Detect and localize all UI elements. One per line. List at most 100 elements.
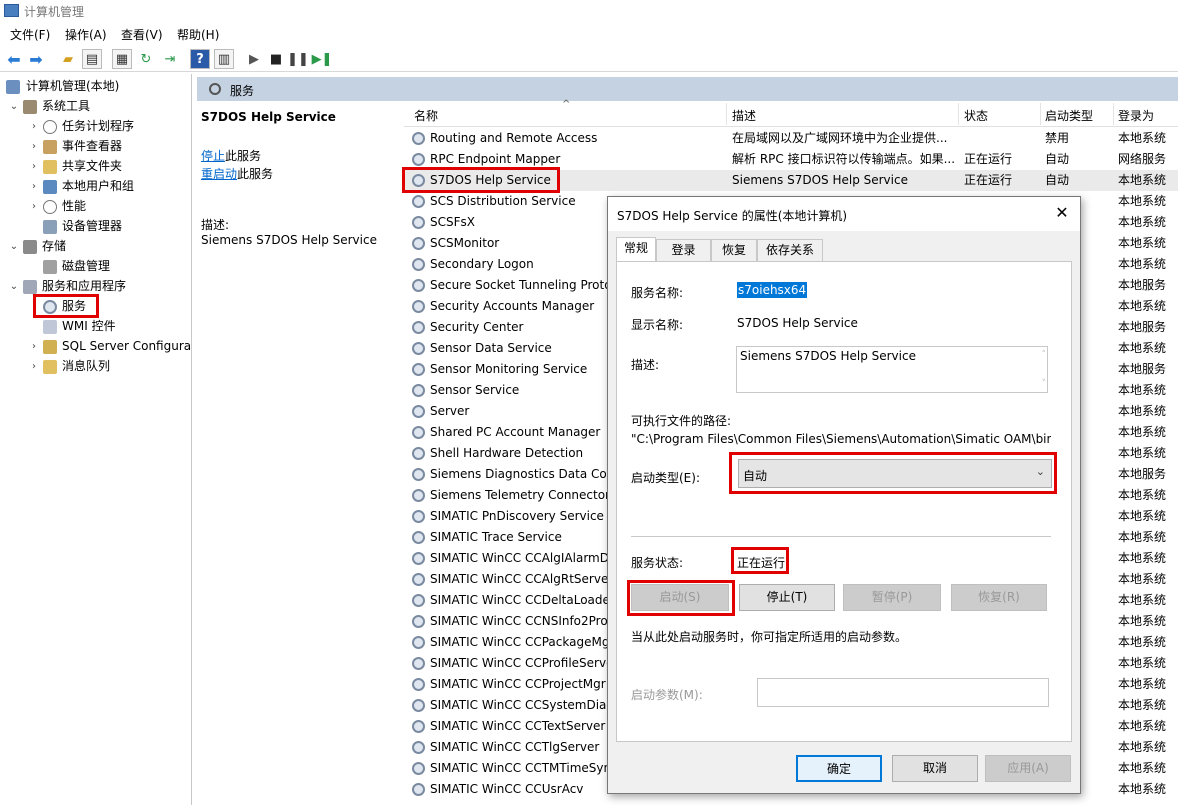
collapse-chevron-icon[interactable]: ⌄ — [8, 97, 20, 116]
gear-icon — [412, 636, 425, 649]
column-logon-as[interactable]: 登录为 — [1118, 107, 1154, 124]
display-name-value[interactable]: S7DOS Help Service — [737, 316, 858, 330]
tree-root[interactable]: 计算机管理(本地) — [6, 77, 186, 96]
column-description[interactable]: 描述 — [732, 107, 756, 124]
resume-button[interactable]: 恢复(R) — [951, 584, 1047, 611]
collapse-chevron-icon[interactable]: ⌄ — [8, 237, 20, 256]
service-name-label: 服务名称: — [631, 286, 684, 300]
gear-icon — [412, 405, 425, 418]
expand-chevron-icon[interactable]: › — [28, 197, 40, 216]
service-name-value[interactable]: s7oiehsx64 — [737, 282, 808, 298]
pause-icon[interactable]: ❚❚ — [287, 49, 309, 69]
service-row[interactable]: Routing and Remote Access 在局域网以及广域网环境中为企业… — [404, 128, 1178, 149]
up-folder-icon[interactable]: ▰ — [58, 49, 78, 69]
help-icon[interactable]: ? — [190, 49, 210, 69]
column-name[interactable]: 名称 — [414, 107, 438, 124]
restart-link[interactable]: 重启动 — [201, 167, 237, 181]
gear-icon — [412, 384, 425, 397]
tree-task-scheduler[interactable]: › 任务计划程序 — [28, 117, 188, 136]
tree-disk-management[interactable]: 磁盘管理 — [28, 257, 188, 276]
expand-chevron-icon[interactable]: › — [28, 137, 40, 156]
gear-icon — [412, 615, 425, 628]
service-logon-cell: 本地系统 — [1118, 635, 1167, 649]
service-logon-cell: 本地系统 — [1118, 740, 1167, 754]
performance-icon — [43, 200, 57, 214]
start-button[interactable]: 启动(S) — [631, 584, 729, 611]
service-row[interactable]: S7DOS Help Service Siemens S7DOS Help Ser… — [404, 170, 1178, 191]
collapse-chevron-icon[interactable]: ⌄ — [8, 277, 20, 296]
service-logon-cell: 本地系统 — [1118, 173, 1167, 187]
gear-icon — [412, 363, 425, 376]
close-icon[interactable]: ✕ — [1052, 203, 1072, 223]
expand-chevron-icon[interactable]: › — [28, 337, 40, 356]
expand-chevron-icon[interactable]: › — [28, 357, 40, 376]
pause-button[interactable]: 暂停(P) — [843, 584, 941, 611]
service-logon-cell: 本地系统 — [1118, 572, 1167, 586]
stop-link[interactable]: 停止 — [201, 149, 225, 163]
tab-dependencies[interactable]: 依存关系 — [757, 239, 823, 261]
apply-button[interactable]: 应用(A) — [985, 755, 1071, 782]
description-textarea[interactable]: Siemens S7DOS Help Service ˄ ˅ — [736, 346, 1048, 393]
tree-services[interactable]: 服务 — [28, 297, 188, 316]
tree-services-apps[interactable]: ⌄ 服务和应用程序 — [8, 277, 188, 296]
service-logon-cell: 本地系统 — [1118, 383, 1167, 397]
computer-management-window: 计算机管理 文件(F) 操作(A) 查看(V) 帮助(H) ⬅ ➡ ▰ ▤ ▦ … — [0, 0, 1178, 805]
tree-storage[interactable]: ⌄ 存储 — [8, 237, 188, 256]
service-description-cell: Siemens S7DOS Help Service — [732, 173, 908, 187]
tree-event-viewer[interactable]: › 事件查看器 — [28, 137, 188, 156]
tree-performance[interactable]: › 性能 — [28, 197, 188, 216]
tree-device-manager[interactable]: 设备管理器 — [28, 217, 188, 236]
service-name-cell: Routing and Remote Access — [430, 131, 598, 145]
restart-icon[interactable]: ▶❚ — [312, 49, 333, 69]
scroll-up-icon[interactable]: ˄ — [1042, 350, 1047, 360]
show-tree-icon[interactable]: ▤ — [82, 49, 102, 69]
tree-message-queue[interactable]: › 消息队列 — [28, 357, 188, 376]
title-bar: 计算机管理 — [0, 0, 1178, 22]
tab-general[interactable]: 常规 — [616, 237, 656, 262]
tab-logon[interactable]: 登录 — [656, 239, 711, 261]
menu-help[interactable]: 帮助(H) — [177, 26, 219, 43]
action-pane-icon[interactable]: ▥ — [214, 49, 234, 69]
services-apps-icon — [23, 280, 37, 294]
expand-chevron-icon[interactable]: › — [28, 157, 40, 176]
service-logon-cell: 本地系统 — [1118, 509, 1167, 523]
service-status-cell: 正在运行 — [964, 152, 1013, 166]
menu-file[interactable]: 文件(F) — [10, 26, 50, 43]
column-status[interactable]: 状态 — [964, 107, 988, 124]
start-params-input[interactable] — [757, 678, 1049, 707]
tree-shared-folders[interactable]: › 共享文件夹 — [28, 157, 188, 176]
service-row[interactable]: RPC Endpoint Mapper 解析 RPC 接口标识符以传输端点。如果.… — [404, 149, 1178, 170]
forward-arrow-icon[interactable]: ➡ — [26, 49, 46, 69]
tree-system-tools[interactable]: ⌄ 系统工具 — [8, 97, 188, 116]
export-list-icon[interactable]: ⇥ — [160, 49, 180, 69]
path-value: "C:\Program Files\Common Files\Siemens\A… — [631, 432, 1051, 446]
cancel-button[interactable]: 取消 — [892, 755, 978, 782]
expand-chevron-icon[interactable]: › — [28, 177, 40, 196]
tab-recovery[interactable]: 恢复 — [711, 239, 757, 261]
back-arrow-icon[interactable]: ⬅ — [4, 49, 24, 69]
stop-icon[interactable]: ■ — [266, 49, 286, 69]
ok-button[interactable]: 确定 — [796, 755, 882, 782]
service-properties-dialog: S7DOS Help Service 的属性(本地计算机) ✕ 常规 登录 恢复… — [607, 196, 1081, 794]
device-manager-icon — [43, 220, 57, 234]
menu-action[interactable]: 操作(A) — [65, 26, 107, 43]
service-description-cell: 在局域网以及广域网环境中为企业提供... — [732, 131, 948, 145]
tree-local-users[interactable]: › 本地用户和组 — [28, 177, 188, 196]
users-icon — [43, 180, 57, 194]
menu-view[interactable]: 查看(V) — [121, 26, 163, 43]
dialog-title: S7DOS Help Service 的属性(本地计算机) — [617, 209, 848, 223]
startup-type-select[interactable]: 自动 ⌄ — [738, 459, 1052, 488]
service-detail-panel: S7DOS Help Service 停止此服务 重启动此服务 描述: Siem… — [197, 101, 397, 805]
service-logon-cell: 网络服务 — [1118, 152, 1167, 166]
stop-button[interactable]: 停止(T) — [739, 584, 835, 611]
tree-sql-server[interactable]: › SQL Server Configura — [28, 337, 191, 356]
gear-icon — [412, 237, 425, 250]
refresh-icon[interactable]: ↻ — [136, 49, 156, 69]
column-startup-type[interactable]: 启动类型 — [1045, 107, 1093, 124]
tree-wmi[interactable]: WMI 控件 — [28, 317, 188, 336]
dialog-title-bar: S7DOS Help Service 的属性(本地计算机) ✕ — [608, 197, 1080, 231]
properties-icon[interactable]: ▦ — [112, 49, 132, 69]
expand-chevron-icon[interactable]: › — [28, 117, 40, 136]
scroll-down-icon[interactable]: ˅ — [1042, 379, 1047, 389]
play-icon[interactable]: ▶ — [244, 49, 264, 69]
